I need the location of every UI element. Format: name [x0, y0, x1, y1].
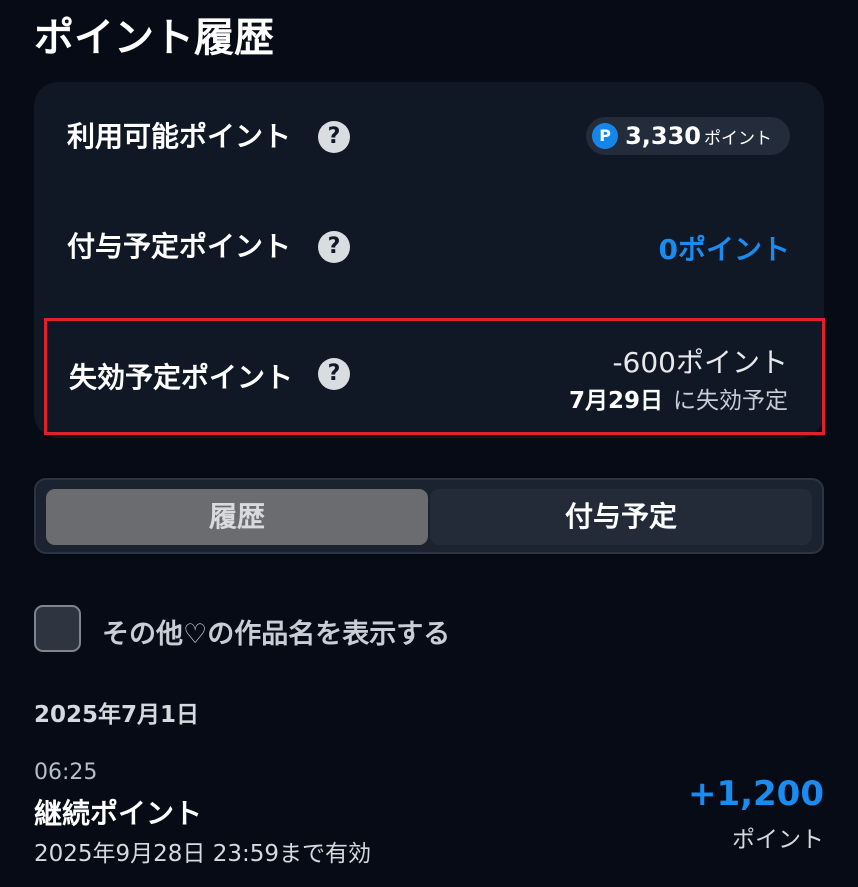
expiring-date-suffix: に失効予定: [673, 388, 788, 414]
expiring-date: 7月29日: [568, 388, 663, 414]
available-points-badge: P 3,330 ポイント: [586, 117, 790, 155]
available-points-row: 利用可能ポイント ? P 3,330 ポイント: [34, 82, 824, 192]
expiring-points-label: 失効予定ポイント: [69, 361, 294, 394]
history-item: 06:25 継続ポイント 2025年9月28日 23:59まで有効 +1,200…: [34, 756, 824, 870]
page-title: ポイント履歴: [34, 15, 274, 61]
expiring-points-value: -600ポイント: [612, 346, 788, 379]
history-item-title: 継続ポイント: [34, 797, 203, 830]
point-history-page: ポイント履歴 利用可能ポイント ? P 3,330 ポイント 付与予定ポイント …: [0, 0, 858, 887]
history-item-time: 06:25: [34, 760, 98, 785]
show-other-titles-option[interactable]: その他♡の作品名を表示する: [34, 605, 734, 657]
available-points-unit: ポイント: [704, 128, 772, 149]
scheduled-points-label: 付与予定ポイント: [67, 230, 292, 263]
expiring-points-highlight: 失効予定ポイント ? -600ポイント 7月29日 に失効予定: [44, 318, 825, 435]
history-item-expiry: 2025年9月28日 23:59まで有効: [34, 841, 372, 867]
question-circle-icon[interactable]: ?: [318, 231, 350, 263]
show-other-titles-checkbox[interactable]: [34, 605, 81, 652]
question-circle-icon[interactable]: ?: [318, 358, 350, 390]
point-p-icon: P: [592, 123, 619, 149]
question-circle-icon[interactable]: ?: [318, 121, 350, 153]
show-other-titles-label[interactable]: その他♡の作品名を表示する: [102, 612, 450, 651]
available-points-value: 3,330: [625, 122, 701, 150]
history-item-amount: +1,200: [687, 774, 824, 814]
available-points-label: 利用可能ポイント: [67, 120, 292, 153]
scheduled-points-value[interactable]: 0ポイント: [659, 228, 790, 268]
tab-history[interactable]: 履歴: [46, 489, 428, 545]
tab-scheduled[interactable]: 付与予定: [430, 489, 812, 545]
history-tabs: 履歴 付与予定: [34, 478, 824, 554]
history-item-unit: ポイント: [732, 827, 824, 853]
history-date-heading: 2025年7月1日: [34, 702, 200, 728]
expiring-date-line: 7月29日 に失効予定: [569, 381, 788, 415]
